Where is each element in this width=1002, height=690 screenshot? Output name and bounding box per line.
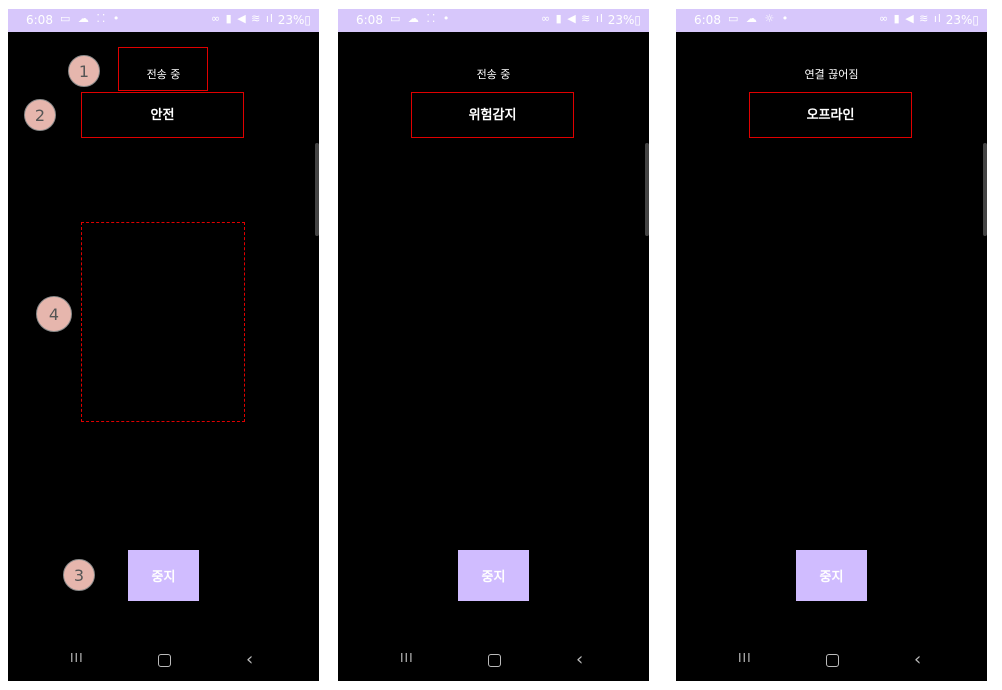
annotation-marker-4: 4 <box>36 296 72 332</box>
back-icon[interactable]: ‹ <box>914 649 921 670</box>
back-icon[interactable]: ‹ <box>246 649 253 670</box>
phone-screen-3: 6:08 ▭ ☁ ☼ • ∞ ▮ ◀ ≋ ıl 23%▯ 연결 끊어짐 오프라인… <box>676 9 987 681</box>
system-icons: ∞ ▮ ◀ ≋ ıl <box>879 12 942 25</box>
status-bar: 6:08 ▭ ☁ ⁚⁚ • ∞ ▮ ◀ ≋ ıl 23%▯ <box>338 9 649 32</box>
recent-apps-icon[interactable]: III <box>70 651 84 665</box>
edge-panel-handle[interactable] <box>645 143 649 236</box>
system-icons: ∞ ▮ ◀ ≋ ıl <box>211 12 274 25</box>
safety-state-box: 위험감지 <box>411 92 574 138</box>
navigation-bar: III ‹ <box>676 641 987 681</box>
recent-apps-icon[interactable]: III <box>400 651 414 665</box>
recent-apps-icon[interactable]: III <box>738 651 752 665</box>
status-time: 6:08 <box>26 13 53 27</box>
battery-level: 23%▯ <box>277 13 311 27</box>
notification-icons: ▭ ☁ ☼ • <box>728 12 791 25</box>
notification-icons: ▭ ☁ ⁚⁚ • <box>390 12 452 25</box>
annotation-box-status <box>118 47 208 91</box>
safety-state-label: 오프라인 <box>806 107 855 123</box>
edge-panel-handle[interactable] <box>983 143 987 236</box>
stop-button[interactable]: 중지 <box>458 550 529 601</box>
status-time: 6:08 <box>694 13 721 27</box>
status-bar: 6:08 ▭ ☁ ⁚⁚ • ∞ ▮ ◀ ≋ ıl 23%▯ <box>8 9 319 32</box>
navigation-bar: III ‹ <box>8 641 319 681</box>
back-icon[interactable]: ‹ <box>576 649 583 670</box>
system-icons: ∞ ▮ ◀ ≋ ıl <box>541 12 604 25</box>
notification-icons: ▭ ☁ ⁚⁚ • <box>60 12 122 25</box>
battery-level: 23%▯ <box>607 13 641 27</box>
safety-state-label: 위험감지 <box>468 107 517 123</box>
safety-state-label: 안전 <box>150 107 175 123</box>
stop-button[interactable]: 중지 <box>796 550 867 601</box>
status-time: 6:08 <box>356 13 383 27</box>
connection-status-text: 연결 끊어짐 <box>804 68 859 81</box>
annotation-dashed-area <box>81 222 245 422</box>
safety-state-box: 오프라인 <box>749 92 912 138</box>
transmission-status-text: 전송 중 <box>476 68 511 81</box>
battery-level: 23%▯ <box>945 13 979 27</box>
home-icon[interactable] <box>826 654 839 667</box>
stop-button[interactable]: 중지 <box>128 550 199 601</box>
annotation-marker-1: 1 <box>68 55 100 87</box>
home-icon[interactable] <box>158 654 171 667</box>
navigation-bar: III ‹ <box>338 641 649 681</box>
edge-panel-handle[interactable] <box>315 143 319 236</box>
annotation-marker-2: 2 <box>24 99 56 131</box>
phone-screen-2: 6:08 ▭ ☁ ⁚⁚ • ∞ ▮ ◀ ≋ ıl 23%▯ 전송 중 위험감지 … <box>338 9 649 681</box>
annotation-marker-3: 3 <box>63 559 95 591</box>
safety-state-box: 안전 <box>81 92 244 138</box>
home-icon[interactable] <box>488 654 501 667</box>
status-bar: 6:08 ▭ ☁ ☼ • ∞ ▮ ◀ ≋ ıl 23%▯ <box>676 9 987 32</box>
